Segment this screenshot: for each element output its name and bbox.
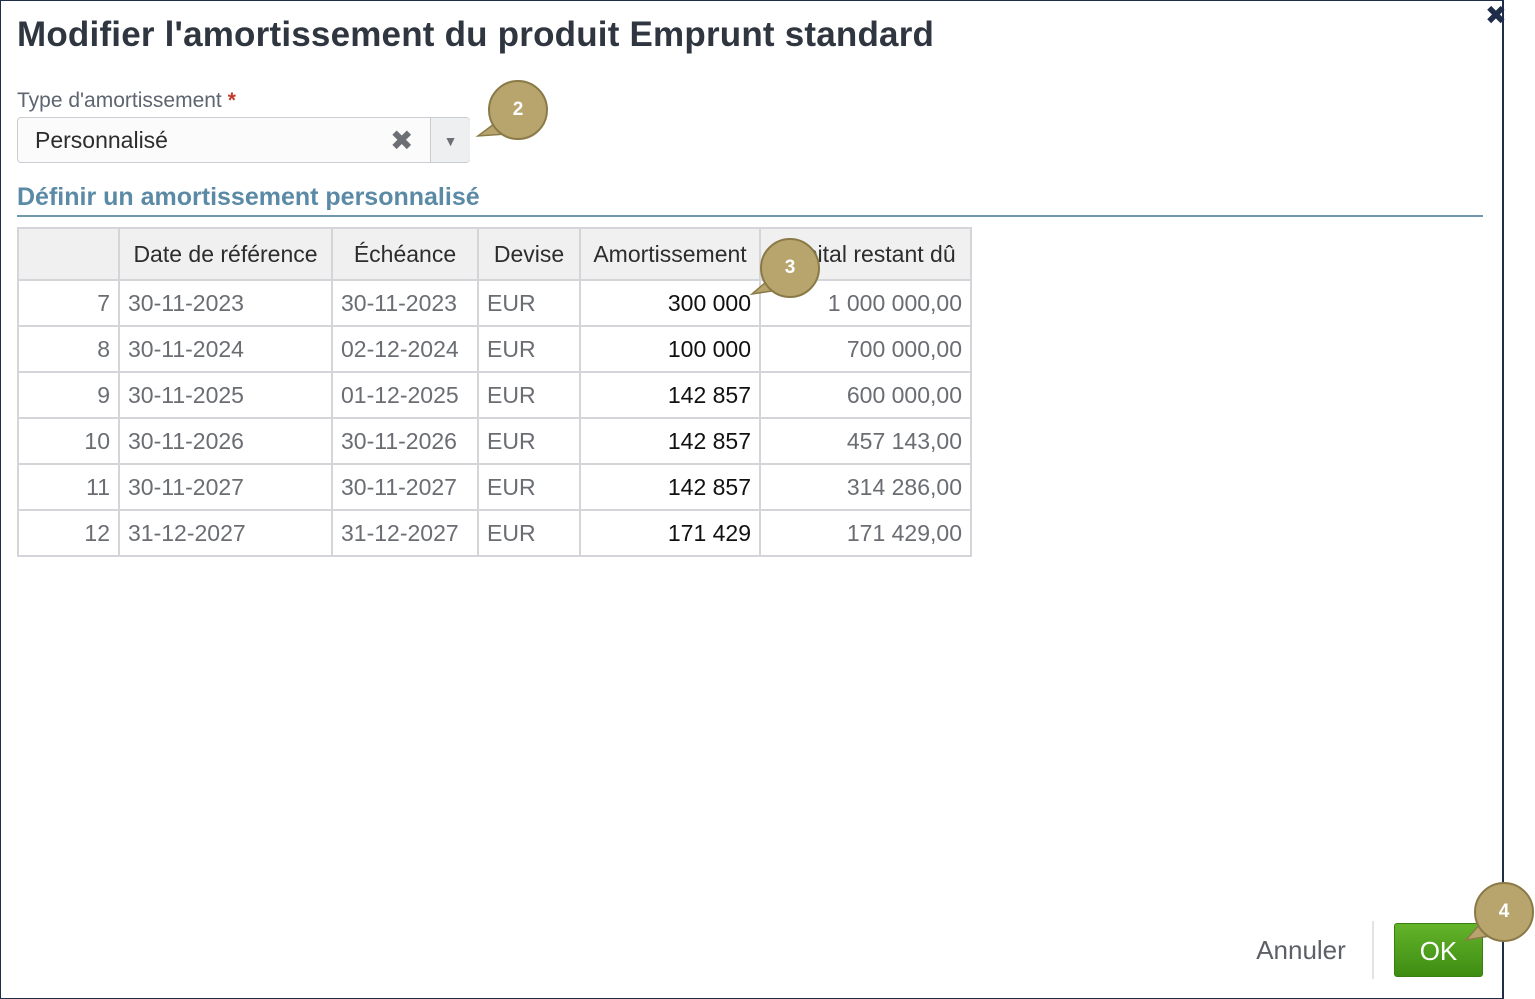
callout-tails [475, 123, 1492, 942]
callout-badge-2: 2 [488, 80, 548, 140]
callout-badge-3: 3 [760, 238, 820, 298]
callout-badge-4: 4 [1474, 882, 1534, 942]
